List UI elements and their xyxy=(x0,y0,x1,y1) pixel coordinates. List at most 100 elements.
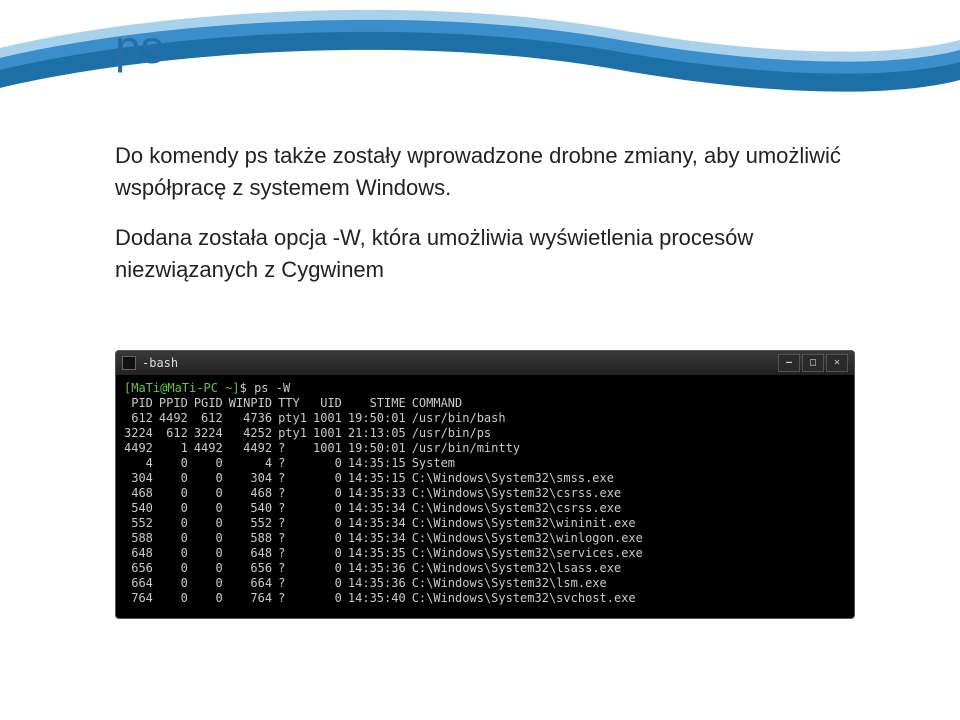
ps-cell: 0 xyxy=(194,546,229,561)
ps-header-cell: STIME xyxy=(348,396,412,411)
ps-cell: 612 xyxy=(159,426,194,441)
ps-cell: 664 xyxy=(124,576,159,591)
ps-cell: 0 xyxy=(313,516,348,531)
ps-cell: 540 xyxy=(229,501,278,516)
ps-cell: 0 xyxy=(159,561,194,576)
ps-cell: 552 xyxy=(124,516,159,531)
ps-row: 54000540?014:35:34C:\Windows\System32\cs… xyxy=(124,501,649,516)
ps-row: 58800588?014:35:34C:\Windows\System32\wi… xyxy=(124,531,649,546)
ps-cell: 0 xyxy=(313,561,348,576)
ps-cell: C:\Windows\System32\wininit.exe xyxy=(412,516,649,531)
ps-cell: 14:35:15 xyxy=(348,471,412,486)
ps-cell: C:\Windows\System32\csrss.exe xyxy=(412,486,649,501)
ps-cell: /usr/bin/mintty xyxy=(412,441,649,456)
ps-cell: C:\Windows\System32\services.exe xyxy=(412,546,649,561)
ps-cell: 0 xyxy=(159,591,194,606)
ps-cell: 0 xyxy=(194,561,229,576)
terminal-title: -bash xyxy=(142,356,778,371)
ps-cell: 14:35:34 xyxy=(348,516,412,531)
ps-cell: 14:35:34 xyxy=(348,531,412,546)
ps-row: 322461232244252pty1100121:13:05/usr/bin/… xyxy=(124,426,649,441)
ps-row: 4004?014:35:15System xyxy=(124,456,649,471)
ps-cell: 540 xyxy=(124,501,159,516)
ps-cell: 0 xyxy=(313,471,348,486)
ps-cell: 14:35:36 xyxy=(348,576,412,591)
ps-cell: 4492 xyxy=(159,411,194,426)
ps-row: 4492144924492?100119:50:01/usr/bin/mintt… xyxy=(124,441,649,456)
ps-cell: 0 xyxy=(194,456,229,471)
ps-cell: 0 xyxy=(313,531,348,546)
ps-cell: ? xyxy=(278,591,313,606)
ps-cell: /usr/bin/bash xyxy=(412,411,649,426)
ps-cell: C:\Windows\System32\lsass.exe xyxy=(412,561,649,576)
ps-cell: 648 xyxy=(229,546,278,561)
ps-cell: System xyxy=(412,456,649,471)
ps-cell: 0 xyxy=(194,591,229,606)
ps-cell: C:\Windows\System32\lsm.exe xyxy=(412,576,649,591)
ps-cell: 14:35:35 xyxy=(348,546,412,561)
ps-cell: 4 xyxy=(229,456,278,471)
maximize-button[interactable]: □ xyxy=(802,354,824,372)
ps-cell: 4492 xyxy=(229,441,278,456)
ps-cell: ? xyxy=(278,546,313,561)
ps-cell: 0 xyxy=(194,486,229,501)
ps-cell: 0 xyxy=(313,486,348,501)
close-button[interactable]: ✕ xyxy=(826,354,848,372)
window-controls: — □ ✕ xyxy=(778,354,848,372)
minimize-button[interactable]: — xyxy=(778,354,800,372)
ps-cell: 14:35:40 xyxy=(348,591,412,606)
ps-cell: 0 xyxy=(159,501,194,516)
ps-cell: 304 xyxy=(124,471,159,486)
ps-row: 65600656?014:35:36C:\Windows\System32\ls… xyxy=(124,561,649,576)
ps-row: 64800648?014:35:35C:\Windows\System32\se… xyxy=(124,546,649,561)
ps-cell: 14:35:15 xyxy=(348,456,412,471)
ps-header-cell: WINPID xyxy=(229,396,278,411)
ps-cell: 0 xyxy=(159,531,194,546)
ps-cell: 664 xyxy=(229,576,278,591)
ps-cell: ? xyxy=(278,561,313,576)
slide-body: Do komendy ps także zostały wprowadzone … xyxy=(115,140,880,304)
ps-cell: 19:50:01 xyxy=(348,441,412,456)
paragraph-1: Do komendy ps także zostały wprowadzone … xyxy=(115,140,880,204)
ps-cell: ? xyxy=(278,486,313,501)
ps-cell: 0 xyxy=(194,576,229,591)
ps-cell: 4252 xyxy=(229,426,278,441)
ps-cell: 14:35:36 xyxy=(348,561,412,576)
terminal-window: -bash — □ ✕ [MaTi@MaTi-PC ~]$ ps -W PIDP… xyxy=(115,350,855,619)
ps-cell: ? xyxy=(278,456,313,471)
ps-cell: pty1 xyxy=(278,411,313,426)
ps-cell: 0 xyxy=(313,546,348,561)
ps-cell: 0 xyxy=(159,576,194,591)
ps-cell: 648 xyxy=(124,546,159,561)
ps-cell: 14:35:33 xyxy=(348,486,412,501)
ps-cell: 588 xyxy=(229,531,278,546)
ps-cell: 3224 xyxy=(124,426,159,441)
ps-cell: 0 xyxy=(194,531,229,546)
ps-row: 66400664?014:35:36C:\Windows\System32\ls… xyxy=(124,576,649,591)
ps-cell: ? xyxy=(278,471,313,486)
prompt-sep: $ xyxy=(240,381,247,395)
ps-cell: C:\Windows\System32\smss.exe xyxy=(412,471,649,486)
ps-cell: 304 xyxy=(229,471,278,486)
ps-cell: 588 xyxy=(124,531,159,546)
ps-cell: 764 xyxy=(229,591,278,606)
terminal-body: [MaTi@MaTi-PC ~]$ ps -W PIDPPIDPGIDWINPI… xyxy=(116,375,854,618)
ps-cell: 0 xyxy=(313,576,348,591)
ps-cell: 552 xyxy=(229,516,278,531)
ps-cell: 1001 xyxy=(313,441,348,456)
ps-cell: 0 xyxy=(159,486,194,501)
ps-header-cell: PID xyxy=(124,396,159,411)
ps-row: 55200552?014:35:34C:\Windows\System32\wi… xyxy=(124,516,649,531)
ps-cell: C:\Windows\System32\svchost.exe xyxy=(412,591,649,606)
ps-cell: 612 xyxy=(194,411,229,426)
terminal-titlebar: -bash — □ ✕ xyxy=(116,351,854,375)
ps-header-row: PIDPPIDPGIDWINPIDTTYUIDSTIMECOMMAND xyxy=(124,396,649,411)
ps-header-cell: UID xyxy=(313,396,348,411)
ps-cell: 4 xyxy=(124,456,159,471)
ps-cell: 0 xyxy=(313,501,348,516)
ps-cell: /usr/bin/ps xyxy=(412,426,649,441)
slide-title: ps xyxy=(115,20,164,74)
ps-header-cell: PPID xyxy=(159,396,194,411)
ps-cell: 0 xyxy=(159,471,194,486)
ps-cell: ? xyxy=(278,441,313,456)
